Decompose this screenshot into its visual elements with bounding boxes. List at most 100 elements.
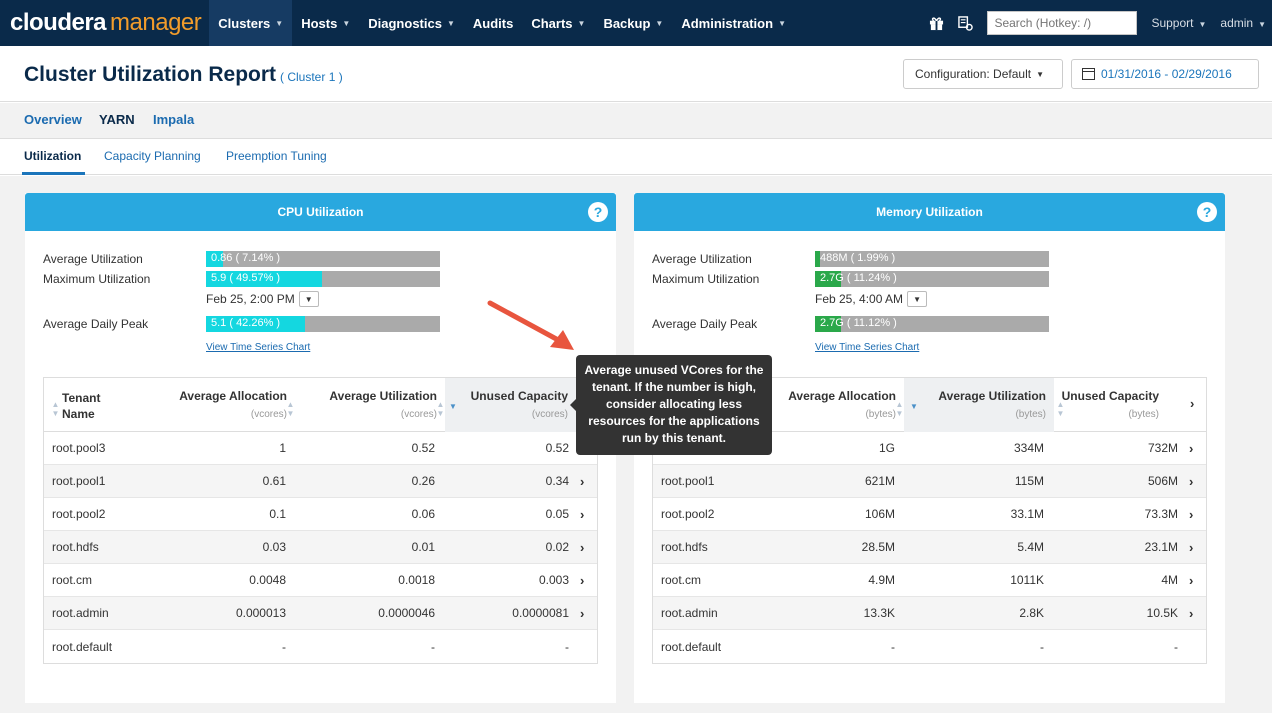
nav-item-label: Administration (681, 15, 774, 31)
view-time-series-link[interactable]: View Time Series Chart (206, 342, 310, 353)
column-header-1[interactable]: Tenant Name▲▼ (44, 378, 150, 432)
tab-capacity-planning[interactable]: Capacity Planning (104, 149, 201, 163)
average-utilization-value: 0.26 (411, 474, 435, 488)
column-header-4[interactable]: Unused Capacity (bytes) ▲▼ (1054, 378, 1189, 432)
average-allocation-value: 106M (864, 507, 895, 521)
chevron-right-icon[interactable]: › (1189, 507, 1193, 522)
average-allocation-value: - (282, 639, 286, 654)
column-header-3[interactable]: Average Utilization (vcores) ▲▼ (295, 378, 445, 432)
sort-icon: ▲▼ (436, 400, 445, 418)
column-unit: (vcores) (531, 409, 568, 420)
sort-icon: ▲▼ (895, 400, 904, 418)
chevron-right-icon[interactable]: › (1189, 474, 1193, 489)
tenant-name: root.hdfs (52, 540, 99, 554)
search-input[interactable] (987, 11, 1138, 35)
chevron-right-icon[interactable]: › (580, 606, 584, 621)
support-label: Support (1151, 16, 1194, 30)
table-row[interactable]: root.admin 0.000013 0.0000046 0.0000081 › (44, 597, 597, 630)
column-header-4[interactable]: Unused Capacity (vcores) ▼ (445, 378, 580, 432)
average-daily-peak-value: 5.1 ( 42.26% ) (211, 317, 281, 329)
chevron-right-icon[interactable]: › (580, 474, 584, 489)
nav-item-hosts[interactable]: Hosts ▼ (292, 0, 359, 46)
chevron-down-icon: ▼ (778, 18, 786, 28)
tab-overview[interactable]: Overview (24, 112, 82, 127)
nav-item-backup[interactable]: Backup ▼ (594, 0, 672, 46)
help-icon[interactable]: ? (1197, 202, 1217, 222)
page-header: Cluster Utilization Report( Cluster 1 ) … (0, 46, 1272, 102)
sort-icon: ▲▼ (286, 400, 295, 418)
nav-item-audits[interactable]: Audits (464, 0, 522, 46)
nav-item-label: Charts (531, 15, 573, 31)
tab-impala[interactable]: Impala (153, 112, 194, 127)
table-row[interactable]: root.pool310.520.52› (44, 432, 597, 465)
tab-yarn[interactable]: YARN (99, 112, 135, 127)
column-unit: (bytes) (865, 409, 896, 420)
view-time-series-link[interactable]: View Time Series Chart (815, 342, 919, 353)
nav-item-charts[interactable]: Charts ▼ (522, 0, 594, 46)
chevron-right-icon[interactable]: › (1189, 441, 1193, 456)
average-utilization-value: 2.8K (1019, 606, 1044, 620)
peak-date-text: Feb 25, 4:00 AM (815, 292, 904, 306)
help-icon[interactable]: ? (588, 202, 608, 222)
table-row[interactable]: root.pool2 106M 33.1M 73.3M › (653, 498, 1206, 531)
memory-panel-header: Memory Utilization ? (634, 193, 1225, 231)
average-utilization-value: 115M (1014, 474, 1044, 488)
average-daily-peak-label: Average Daily Peak (43, 317, 149, 331)
table-row[interactable]: root.cm 4.9M 1011K 4M › (653, 564, 1206, 597)
chevron-right-icon[interactable]: › (580, 573, 584, 588)
table-row[interactable]: root.admin 13.3K 2.8K 10.5K › (653, 597, 1206, 630)
chevron-right-icon[interactable]: › (1189, 573, 1193, 588)
cluster-link[interactable]: ( Cluster 1 ) (280, 70, 343, 84)
user-menu[interactable]: admin ▼ (1220, 16, 1266, 30)
column-title: Average Allocation (788, 389, 896, 403)
column-header-2[interactable]: Average Allocation (vcores) ▲▼ (150, 378, 295, 432)
tenant-name: root.cm (661, 573, 702, 587)
unused-capacity-value: 506M (1147, 474, 1178, 488)
gift-icon[interactable] (929, 16, 944, 31)
average-utilization-label: Average Utilization (652, 252, 752, 266)
column-header-2[interactable]: Average Allocation (bytes) ▲▼ (759, 378, 904, 432)
table-row[interactable]: root.default - - - (44, 630, 597, 663)
column-unit: (vcores) (400, 409, 437, 420)
average-allocation-value: 4.9M (868, 573, 895, 587)
column-unit: (bytes) (1015, 409, 1046, 420)
tab-utilization[interactable]: Utilization (21, 149, 86, 175)
peak-date-dropdown[interactable]: ▼ (907, 291, 928, 307)
maximum-utilization-value: 5.9 ( 49.57% ) (211, 272, 281, 284)
unused-capacity-value: 0.02 (545, 540, 569, 554)
average-utilization-bar-fill (815, 251, 820, 267)
table-row[interactable]: root.cm 0.0048 0.0018 0.003 › (44, 564, 597, 597)
maximum-utilization-bar: 2.7G ( 11.24% ) (815, 271, 1049, 287)
table-row[interactable]: root.pool1 0.61 0.26 0.34 › (44, 465, 597, 498)
configuration-label: Configuration: Default (915, 67, 1032, 81)
maximum-utilization-label: Maximum Utilization (43, 272, 151, 286)
chevron-right-icon[interactable]: › (1189, 540, 1193, 555)
chevron-right-icon[interactable]: › (580, 507, 584, 522)
table-row[interactable]: root.hdfs 0.03 0.01 0.02 › (44, 531, 597, 564)
nav-item-diagnostics[interactable]: Diagnostics ▼ (359, 0, 464, 46)
table-row[interactable]: root.default - - - (653, 630, 1206, 663)
average-allocation-value: 0.03 (262, 540, 286, 554)
column-header-3[interactable]: Average Utilization (bytes) ▼ (904, 378, 1054, 432)
configuration-dropdown[interactable]: Configuration: Default ▼ (903, 59, 1063, 89)
average-allocation-value: 0.000013 (235, 606, 286, 620)
nav-item-clusters[interactable]: Clusters ▼ (209, 0, 293, 46)
tab-preemption-tuning[interactable]: Preemption Tuning (226, 149, 327, 163)
peak-date-text: Feb 25, 2:00 PM (206, 292, 295, 306)
unused-capacity-value: 0.0000081 (512, 606, 569, 620)
cloudera-manager-logo[interactable]: cloudera manager (10, 9, 202, 37)
table-row[interactable]: root.pool2 0.1 0.06 0.05 › (44, 498, 597, 531)
tasks-icon[interactable] (958, 15, 974, 31)
chevron-right-icon[interactable]: › (1189, 606, 1193, 621)
tenant-name: root.default (52, 639, 113, 654)
average-allocation-value: 621M (864, 474, 895, 488)
date-range-picker[interactable]: 01/31/2016 - 02/29/2016 (1071, 59, 1259, 89)
nav-item-administration[interactable]: Administration ▼ (672, 0, 795, 46)
chevron-right-icon[interactable]: › (580, 540, 584, 555)
average-allocation-value: 28.5M (861, 540, 895, 554)
peak-date-dropdown[interactable]: ▼ (298, 291, 319, 307)
support-menu[interactable]: Support ▼ (1151, 16, 1206, 30)
table-row[interactable]: root.hdfs 28.5M 5.4M 23.1M › (653, 531, 1206, 564)
table-row[interactable]: root.pool1 621M 115M 506M › (653, 465, 1206, 498)
chevron-right-icon[interactable]: › (1190, 396, 1194, 411)
